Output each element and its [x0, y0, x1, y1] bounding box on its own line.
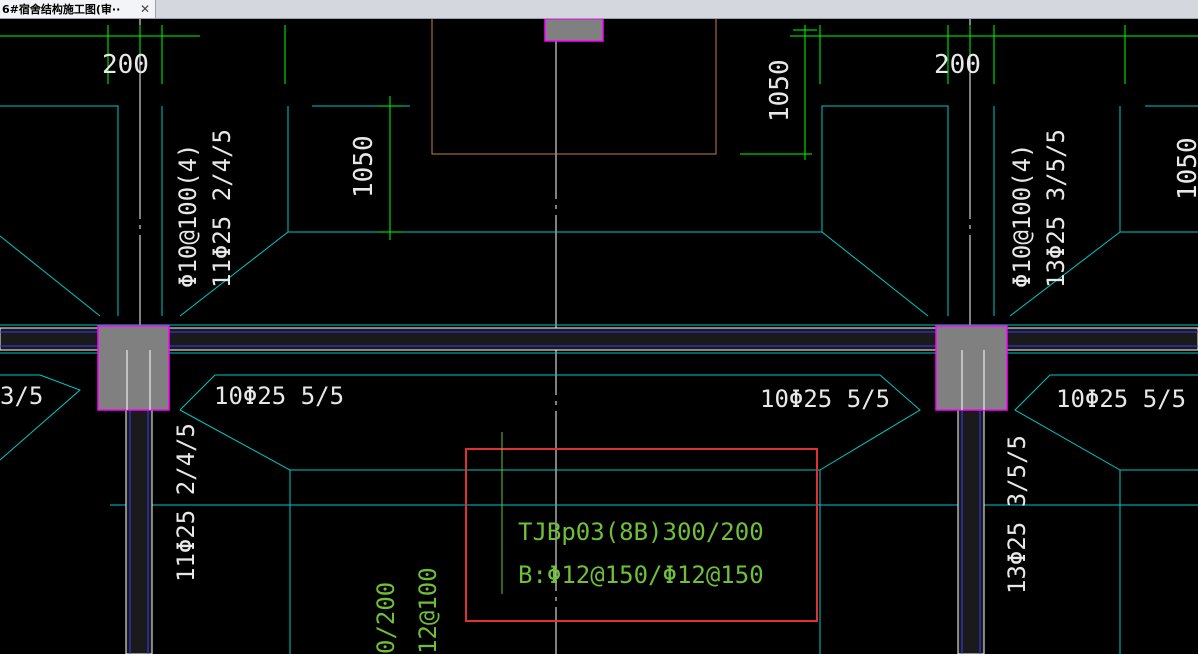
column-right[interactable]	[935, 325, 1008, 411]
bottom-right-rebar-label: 10Φ25 5/5	[1056, 385, 1186, 413]
top-column[interactable]	[544, 19, 604, 42]
right-rebar-bottom-label: 13Φ25 3/5/5	[1003, 435, 1031, 594]
right-rebar-top-label: 13Φ25 3/5/5	[1042, 129, 1070, 288]
bottom-vertical-label-2: 12@100	[414, 567, 442, 654]
drawing-tab-title: 6#宿舍结构施工图(审··	[2, 3, 121, 16]
dim-200-left: 200	[102, 50, 149, 80]
drawing-tab[interactable]: 6#宿舍结构施工图(审·· ✕	[0, 0, 156, 18]
close-icon[interactable]: ✕	[138, 2, 152, 16]
bottom-vertical-label-1: 0/200	[372, 582, 400, 654]
left-stirrup-label: Φ10@100(4)	[174, 144, 202, 289]
dim-1050-right: 1050	[1173, 137, 1198, 200]
column-left[interactable]	[97, 325, 170, 411]
cad-drawing-canvas[interactable]: 200 200 1050 1050 1050 Φ10@100(4) 11Φ25 …	[0, 19, 1198, 654]
bottom-mid-rebar-label: 10Φ25 5/5	[760, 385, 890, 413]
left-rebar-bottom-label: 11Φ25 2/4/5	[172, 423, 200, 582]
dim-200-right: 200	[934, 50, 981, 80]
left-edge-label: 3/5	[0, 382, 43, 410]
beam-label-line1[interactable]: TJBp03(8B)300/200	[518, 518, 764, 546]
left-rebar-top-label: 11Φ25 2/4/5	[208, 129, 236, 288]
document-tab-bar: 6#宿舍结构施工图(审·· ✕	[0, 0, 1198, 19]
beam-label-line2[interactable]: B:Φ12@150/Φ12@150	[518, 561, 764, 589]
right-stirrup-label: Φ10@100(4)	[1008, 144, 1036, 289]
dim-1050-top: 1050	[765, 59, 795, 122]
dim-1050-mid: 1050	[349, 135, 379, 198]
bottom-left-rebar-label: 10Φ25 5/5	[214, 382, 344, 410]
foundation-plan-drawing[interactable]: 200 200 1050 1050 1050 Φ10@100(4) 11Φ25 …	[0, 19, 1198, 654]
